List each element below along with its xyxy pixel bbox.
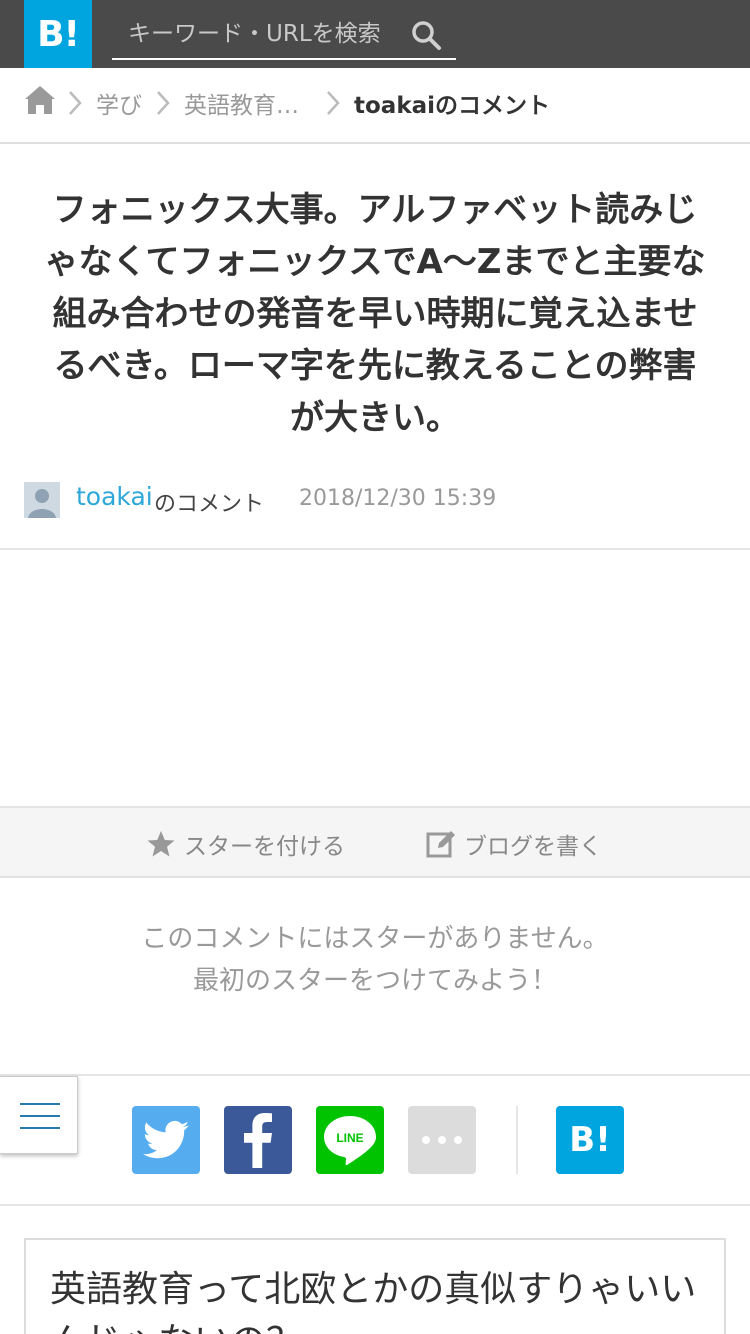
comment-text: フォニックス大事。アルファベット読みじゃなくてフォニックスでA〜Zまでと主要な組… — [44, 190, 706, 438]
bookmark-hatena-button[interactable]: B! — [556, 1106, 624, 1174]
divider — [0, 1204, 750, 1206]
author-link[interactable]: toakai — [76, 482, 153, 511]
twitter-icon — [143, 1120, 189, 1159]
hatena-icon: B! — [569, 1120, 611, 1160]
search-input[interactable] — [112, 10, 402, 58]
menu-button[interactable] — [0, 1076, 78, 1154]
star-icon — [147, 831, 175, 857]
related-comment-text: 英語教育って北欧とかの真似すりゃいいんじゃないの？ — [50, 1269, 697, 1334]
share-line-button[interactable]: LINE — [316, 1106, 384, 1174]
search-icon[interactable] — [410, 19, 442, 51]
add-star-label: スターを付ける — [184, 834, 345, 860]
user-icon — [24, 482, 60, 518]
no-stars-line-2: 最初のスターをつけてみよう！ — [192, 966, 557, 996]
author-suffix: のコメント — [154, 492, 265, 517]
breadcrumb: 学び 英語教育… toakaiのコメント — [0, 68, 750, 144]
comment-meta: toakai のコメント 2018/12/30 15:39 — [24, 480, 724, 520]
top-header: B! — [0, 0, 750, 68]
avatar[interactable] — [24, 482, 60, 518]
hamburger-icon — [20, 1115, 60, 1117]
line-label: LINE — [336, 1131, 363, 1145]
hamburger-icon — [20, 1127, 60, 1129]
share-separator — [516, 1106, 518, 1174]
write-blog-button[interactable]: ブログを書く — [426, 824, 602, 864]
divider — [0, 548, 750, 550]
share-twitter-button[interactable] — [132, 1106, 200, 1174]
write-blog-label: ブログを書く — [464, 834, 602, 860]
hamburger-icon — [20, 1103, 60, 1105]
more-icon — [422, 1136, 462, 1144]
line-icon: LINE — [324, 1116, 376, 1166]
breadcrumb-current: toakaiのコメント — [354, 93, 551, 119]
share-facebook-button[interactable] — [224, 1106, 292, 1174]
no-stars-message: このコメントにはスターがありません。 最初のスターをつけてみよう！ — [0, 918, 750, 1002]
edit-icon — [426, 831, 455, 858]
chevron-right-icon — [327, 91, 340, 115]
share-more-button[interactable] — [408, 1106, 476, 1174]
search-bar — [112, 10, 456, 60]
breadcrumb-item-entry[interactable]: 英語教育… — [184, 86, 299, 120]
facebook-icon — [244, 1112, 272, 1168]
breadcrumb-item-manabi[interactable]: 学び — [96, 86, 142, 120]
comment-timestamp[interactable]: 2018/12/30 15:39 — [299, 486, 496, 511]
no-stars-line-1: このコメントにはスターがありません。 — [141, 924, 609, 954]
chevron-right-icon — [157, 91, 170, 115]
related-comment-card[interactable]: 英語教育って北欧とかの真似すりゃいいんじゃないの？ — [24, 1238, 726, 1334]
home-icon[interactable] — [24, 84, 56, 116]
add-star-button[interactable]: スターを付ける — [146, 824, 345, 864]
hatena-logo[interactable]: B! — [24, 0, 92, 68]
chevron-right-icon — [69, 91, 82, 115]
divider — [0, 1074, 750, 1076]
action-bar: スターを付ける ブログを書く — [0, 806, 750, 878]
